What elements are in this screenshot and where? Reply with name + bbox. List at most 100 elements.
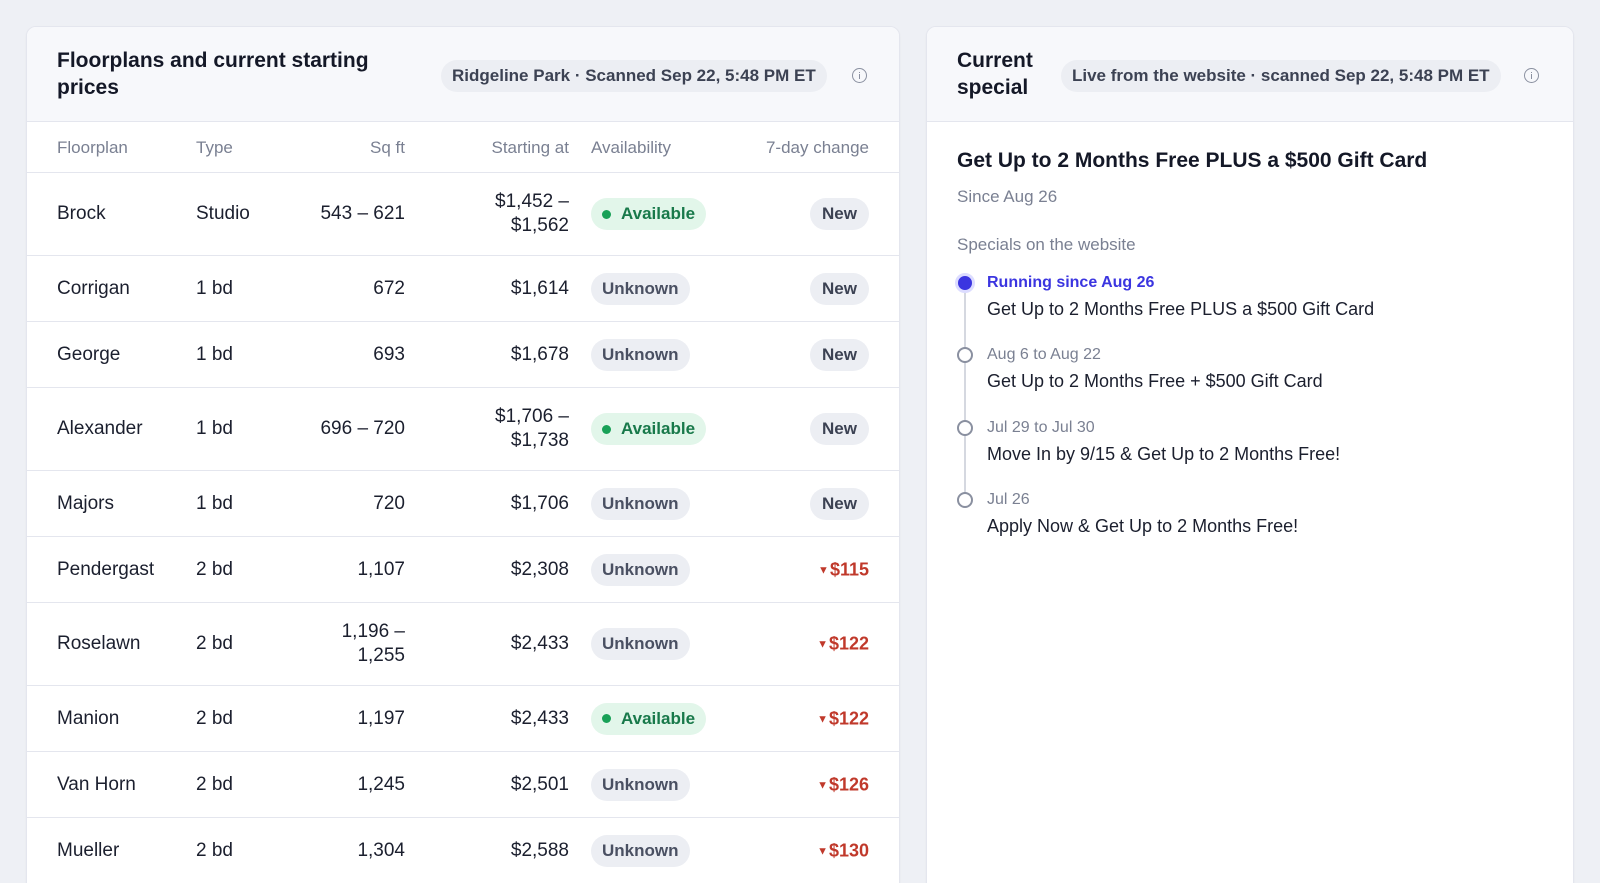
current-special-card: Current special Live from the website · …: [926, 26, 1574, 883]
availability-cell: Available: [591, 702, 707, 735]
floorplan-type: 1 bd: [196, 343, 233, 365]
availability-cell: Unknown: [591, 834, 690, 867]
floorplan-sqft: 672: [373, 277, 405, 299]
new-badge: New: [810, 272, 869, 305]
floorplan-name: Van Horn: [57, 773, 136, 795]
availability-label: Unknown: [602, 559, 679, 579]
column-header-type[interactable]: Type: [196, 138, 233, 158]
special-headline: Get Up to 2 Months Free PLUS a $500 Gift…: [957, 149, 1428, 172]
floorplans-header: Floorplans and current starting prices R…: [27, 27, 899, 122]
price-change-value: $122: [828, 708, 869, 728]
info-icon[interactable]: [1524, 68, 1539, 83]
availability-cell: Unknown: [591, 272, 690, 305]
column-header-availability[interactable]: Availability: [591, 138, 671, 158]
availability-label: Available: [621, 419, 696, 438]
special-title: Current special: [957, 49, 1033, 99]
floorplan-type: Studio: [196, 203, 250, 224]
table-row[interactable]: Roselawn 2 bd 1,196 – 1,255 $2,433 Unknown ▼$…: [27, 603, 899, 686]
change-cell: New: [810, 198, 869, 230]
change-cell: ▼$130: [817, 838, 869, 863]
column-header-floorplan[interactable]: Floorplan: [57, 138, 128, 158]
info-icon[interactable]: [852, 68, 867, 83]
down-triangle-icon: ▼: [817, 713, 828, 725]
availability-badge: Unknown: [591, 628, 690, 660]
floorplan-price: $2,308: [510, 558, 569, 580]
floorplan-price: $1,452 – $1,562: [495, 191, 569, 236]
change-cell: New: [810, 487, 869, 520]
floorplan-sqft: 543 – 621: [320, 203, 405, 224]
floorplan-name: George: [57, 343, 121, 365]
status-dot-icon: [602, 424, 611, 434]
table-row[interactable]: Manion 2 bd 1,197 $2,433 Available ▼$122: [27, 686, 899, 752]
floorplans-title: Floorplans and current starting prices: [57, 49, 369, 99]
new-badge: New: [810, 198, 869, 230]
column-header-starting-at[interactable]: Starting at: [492, 138, 570, 158]
price-change: ▼$122: [817, 634, 869, 654]
floorplan-price: $1,678: [510, 343, 569, 365]
floorplan-sqft: 720: [373, 492, 405, 514]
floorplan-sqft: 1,245: [357, 773, 405, 795]
floorplan-name: Alexander: [57, 418, 143, 439]
availability-cell: Unknown: [591, 768, 690, 801]
down-triangle-icon: ▼: [817, 845, 828, 857]
floorplan-sqft: 693: [373, 343, 405, 365]
table-row[interactable]: Alexander 1 bd 696 – 720 $1,706 – $1,738 Ava…: [27, 388, 899, 471]
change-cell: ▼$115: [818, 557, 869, 582]
availability-cell: Unknown: [591, 487, 690, 520]
floorplans-card: Floorplans and current starting prices R…: [26, 26, 900, 883]
floorplan-price: $1,706: [510, 492, 569, 514]
availability-badge: Available: [591, 702, 707, 735]
price-change: ▼$115: [818, 559, 869, 579]
scan-badge: Ridgeline Park · Scanned Sep 22, 5:48 PM…: [441, 60, 827, 92]
price-change: ▼$130: [817, 840, 869, 860]
column-header-7-day-change[interactable]: 7-day change: [766, 138, 869, 158]
floorplan-name: Corrigan: [57, 277, 130, 299]
change-cell: New: [810, 338, 869, 371]
table-row[interactable]: Van Horn 2 bd 1,245 $2,501 Unknown ▼$126: [27, 752, 899, 818]
timeline-date: Running since Aug 26: [987, 274, 1155, 291]
availability-cell: Unknown: [591, 628, 690, 660]
availability-cell: Unknown: [591, 338, 690, 371]
active-dot-icon: [955, 273, 975, 293]
price-change-value: $122: [828, 633, 869, 654]
table-row[interactable]: Mueller 2 bd 1,304 $2,588 Unknown ▼$130: [27, 818, 899, 883]
table-row[interactable]: Pendergast 2 bd 1,107 $2,308 Unknown ▼$115: [27, 537, 899, 603]
table-row[interactable]: George 1 bd 693 $1,678 Unknown New: [27, 322, 899, 388]
availability-badge: Unknown: [591, 834, 690, 867]
circle-icon: [957, 347, 973, 363]
floorplan-price: $1,706 – $1,738: [495, 406, 569, 451]
table-row[interactable]: Brock Studio 543 – 621 $1,452 – $1,562 Avail…: [27, 173, 899, 256]
change-cell: ▼$122: [817, 632, 869, 657]
availability-label: Unknown: [602, 840, 679, 860]
availability-label: Unknown: [602, 774, 679, 794]
table-body: Brock Studio 543 – 621 $1,452 – $1,562 Avail…: [27, 173, 899, 883]
table-row[interactable]: Majors 1 bd 720 $1,706 Unknown New: [27, 471, 899, 537]
availability-label: Unknown: [602, 634, 679, 653]
floorplan-sqft: 1,197: [357, 707, 405, 729]
column-header-sqft[interactable]: Sq ft: [370, 138, 405, 158]
timeline-text: Apply Now & Get Up to 2 Months Free!: [987, 516, 1299, 536]
table-row[interactable]: Corrigan 1 bd 672 $1,614 Unknown New: [27, 256, 899, 322]
circle-icon: [957, 492, 973, 508]
timeline-text: Move In by 9/15 & Get Up to 2 Months Fre…: [987, 444, 1341, 464]
price-change-value: $115: [829, 559, 869, 579]
floorplan-price: $2,501: [510, 773, 569, 795]
price-change-value: $126: [828, 774, 869, 794]
floorplan-price: $1,614: [510, 277, 569, 299]
new-badge: New: [810, 487, 869, 520]
floorplan-type: 1 bd: [196, 492, 233, 514]
availability-badge: Unknown: [591, 553, 690, 586]
special-since: Since Aug 26: [957, 187, 1058, 206]
floorplan-type: 2 bd: [196, 707, 233, 729]
availability-label: Available: [621, 708, 696, 728]
floorplan-name: Pendergast: [57, 558, 155, 580]
price-change: ▼$122: [817, 708, 869, 728]
floorplan-type: 2 bd: [196, 839, 233, 861]
source-badge: Live from the website · scanned Sep 22, …: [1061, 60, 1501, 92]
special-header: Current special Live from the website · …: [927, 27, 1573, 122]
table-header: Floorplan Type Sq ft Starting at Availab…: [27, 122, 899, 173]
floorplan-name: Majors: [57, 492, 115, 514]
status-dot-icon: [602, 714, 611, 723]
timeline-date: Jul 29 to Jul 30: [987, 419, 1095, 436]
change-cell: New: [810, 272, 869, 305]
